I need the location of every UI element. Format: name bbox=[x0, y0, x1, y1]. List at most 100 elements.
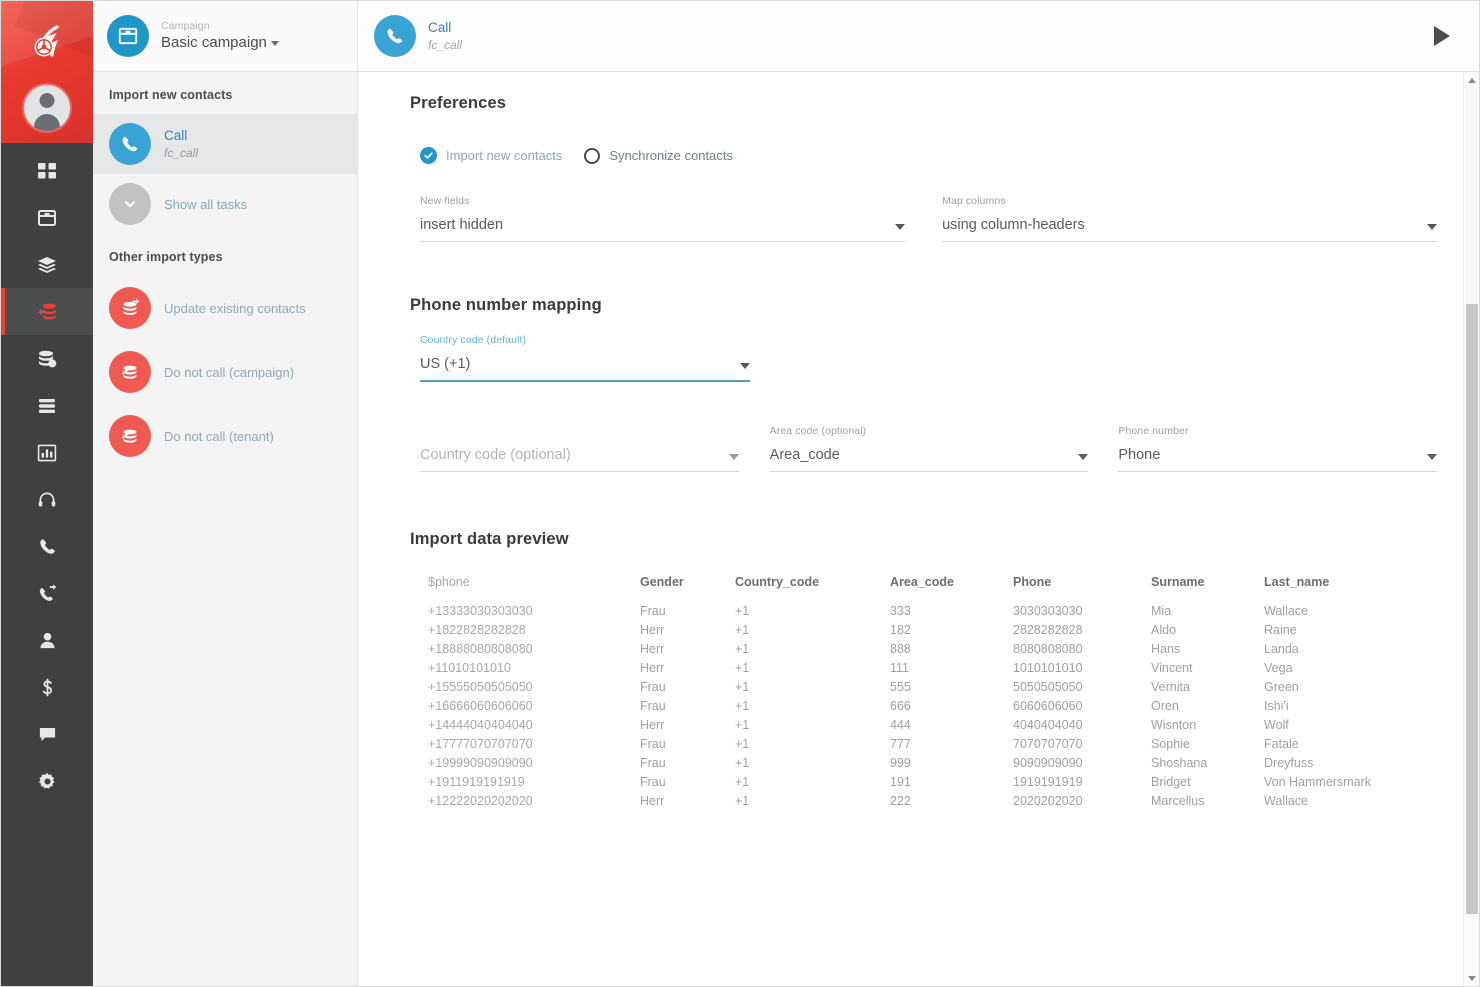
phone-icon bbox=[374, 15, 416, 57]
radio-label: Import new contacts bbox=[446, 148, 562, 163]
new-fields-value: insert hidden bbox=[420, 215, 895, 235]
campaign-box-icon bbox=[107, 15, 149, 57]
table-cell: +1 bbox=[735, 736, 890, 755]
country-code-optional-control[interactable]: Country code (optional) bbox=[420, 445, 739, 472]
table-cell: Frau bbox=[640, 698, 735, 717]
run-import-button[interactable] bbox=[1425, 19, 1459, 53]
scroll-up-button[interactable] bbox=[1464, 72, 1480, 88]
table-cell: +1 bbox=[735, 660, 890, 679]
table-cell: +1 bbox=[735, 679, 890, 698]
chevron-down-icon bbox=[109, 183, 151, 225]
campaign-text: Campaign Basic campaign bbox=[161, 19, 279, 53]
table-cell: Wallace bbox=[1264, 793, 1437, 812]
table-row: +12222020202020Herr+12222020202020Marcel… bbox=[428, 793, 1437, 812]
area-code-control[interactable]: Area_code bbox=[770, 445, 1089, 472]
scroll-track[interactable] bbox=[1466, 88, 1478, 304]
rail-item-list bbox=[1, 143, 93, 805]
rail-item-dashboard-grid-icon[interactable] bbox=[1, 147, 93, 194]
radio-synchronize-contacts[interactable]: Synchronize contacts bbox=[584, 148, 733, 164]
column-header-phone-source: $phone bbox=[428, 575, 640, 603]
chevron-down-icon bbox=[1427, 224, 1437, 230]
table-cell: Wisnton bbox=[1151, 717, 1264, 736]
rail-item-layers-stack-icon[interactable] bbox=[1, 241, 93, 288]
avatar-body bbox=[34, 114, 60, 131]
vertical-scrollbar[interactable] bbox=[1463, 72, 1479, 986]
content-scroll-area: Preferences Import new contacts Synchron… bbox=[358, 72, 1479, 986]
rail-item-archive-box-icon[interactable] bbox=[1, 194, 93, 241]
scroll-down-button[interactable] bbox=[1464, 970, 1480, 986]
phone-number-control[interactable]: Phone bbox=[1118, 445, 1437, 472]
phone-number-value: Phone bbox=[1118, 445, 1427, 465]
app-window: Campaign Basic campaign Import new conta… bbox=[0, 0, 1480, 987]
map-columns-select[interactable]: Map columns using column-headers bbox=[942, 194, 1437, 244]
campaign-selector[interactable]: Campaign Basic campaign bbox=[93, 1, 357, 72]
phone-number-select[interactable]: Phone number Phone bbox=[1118, 424, 1437, 474]
area-code-select[interactable]: Area code (optional) Area_code bbox=[770, 424, 1089, 474]
table-cell: 8080808080 bbox=[1013, 641, 1151, 660]
table-cell: 777 bbox=[890, 736, 1013, 755]
table-cell: Herr bbox=[640, 660, 735, 679]
table-row: +13333030303030Frau+13333030303030MiaWal… bbox=[428, 603, 1437, 622]
task-row-call[interactable]: Call fc_call bbox=[93, 114, 357, 174]
rail-item-dollar-icon[interactable] bbox=[1, 664, 93, 711]
rail-item-chat-bubble-icon[interactable] bbox=[1, 711, 93, 758]
chevron-down-icon bbox=[895, 224, 905, 230]
avatar[interactable] bbox=[24, 85, 70, 131]
map-columns-control[interactable]: using column-headers bbox=[942, 215, 1437, 242]
rail-item-database-coin-icon[interactable] bbox=[1, 335, 93, 382]
table-cell: 2828282828 bbox=[1013, 622, 1151, 641]
task-text: Call fc_call bbox=[164, 127, 198, 161]
phone-number-label: Phone number bbox=[1118, 424, 1437, 438]
new-fields-control[interactable]: insert hidden bbox=[420, 215, 905, 242]
country-code-default-control[interactable]: US (+1) bbox=[420, 354, 750, 382]
chevron-down-icon bbox=[1427, 454, 1437, 460]
rail-item-bar-chart-icon[interactable] bbox=[1, 429, 93, 476]
task-name: Call bbox=[164, 127, 198, 145]
table-cell: +1 bbox=[735, 603, 890, 622]
table-cell: Vernita bbox=[1151, 679, 1264, 698]
rail-item-user-icon[interactable] bbox=[1, 617, 93, 664]
new-fields-select[interactable]: New fields insert hidden bbox=[420, 194, 905, 244]
rail-brand-header bbox=[1, 1, 93, 143]
table-cell: 5050505050 bbox=[1013, 679, 1151, 698]
campaign-value-text: Basic campaign bbox=[161, 34, 267, 51]
chevron-down-icon[interactable] bbox=[271, 41, 279, 46]
rail-item-storage-list-icon[interactable] bbox=[1, 382, 93, 429]
table-cell: 333 bbox=[890, 603, 1013, 622]
rail-item-headset-icon[interactable] bbox=[1, 476, 93, 523]
table-cell: 999 bbox=[890, 755, 1013, 774]
rail-item-phone-icon[interactable] bbox=[1, 523, 93, 570]
column-header-gender: Gender bbox=[640, 575, 735, 603]
table-cell: Bridget bbox=[1151, 774, 1264, 793]
radio-import-new-contacts[interactable]: Import new contacts bbox=[420, 147, 562, 164]
flame-comet-logo-icon[interactable] bbox=[24, 19, 70, 65]
triangle-down-icon bbox=[1468, 976, 1476, 981]
table-cell: Wolf bbox=[1264, 717, 1437, 736]
table-cell: +13333030303030 bbox=[428, 603, 640, 622]
other-type-update-existing-contacts[interactable]: Update existing contacts bbox=[93, 276, 357, 340]
table-cell: 191 bbox=[890, 774, 1013, 793]
rail-item-phone-forward-icon[interactable] bbox=[1, 570, 93, 617]
table-cell: +14444040404040 bbox=[428, 717, 640, 736]
table-cell: Herr bbox=[640, 793, 735, 812]
country-code-optional-value: Country code (optional) bbox=[420, 445, 729, 465]
country-code-default-select[interactable]: Country code (default) US (+1) bbox=[420, 333, 750, 384]
field-gap bbox=[1088, 424, 1118, 474]
table-header-row: $phone Gender Country_code Area_code Pho… bbox=[428, 575, 1437, 603]
other-type-do-not-call-tenant[interactable]: Do not call (tenant) bbox=[93, 404, 357, 468]
other-type-do-not-call-campaign[interactable]: Do not call (campaign) bbox=[93, 340, 357, 404]
scroll-thumb[interactable] bbox=[1466, 304, 1478, 914]
table-cell: 4040404040 bbox=[1013, 717, 1151, 736]
other-section-title: Other import types bbox=[93, 234, 357, 276]
rail-item-gear-icon[interactable] bbox=[1, 758, 93, 805]
country-code-optional-select[interactable]: Country code (optional) bbox=[420, 424, 739, 474]
table-cell: Dreyfuss bbox=[1264, 755, 1437, 774]
table-cell: +1911919191919 bbox=[428, 774, 640, 793]
rail-item-import-contacts-icon[interactable] bbox=[1, 288, 93, 335]
show-all-tasks-row[interactable]: Show all tasks bbox=[93, 174, 357, 234]
import-mode-radio-group: Import new contacts Synchronize contacts bbox=[420, 147, 1437, 164]
other-type-label: Do not call (tenant) bbox=[164, 429, 274, 444]
table-cell: 222 bbox=[890, 793, 1013, 812]
column-header-phone: Phone bbox=[1013, 575, 1151, 603]
chevron-down-icon bbox=[1078, 454, 1088, 460]
